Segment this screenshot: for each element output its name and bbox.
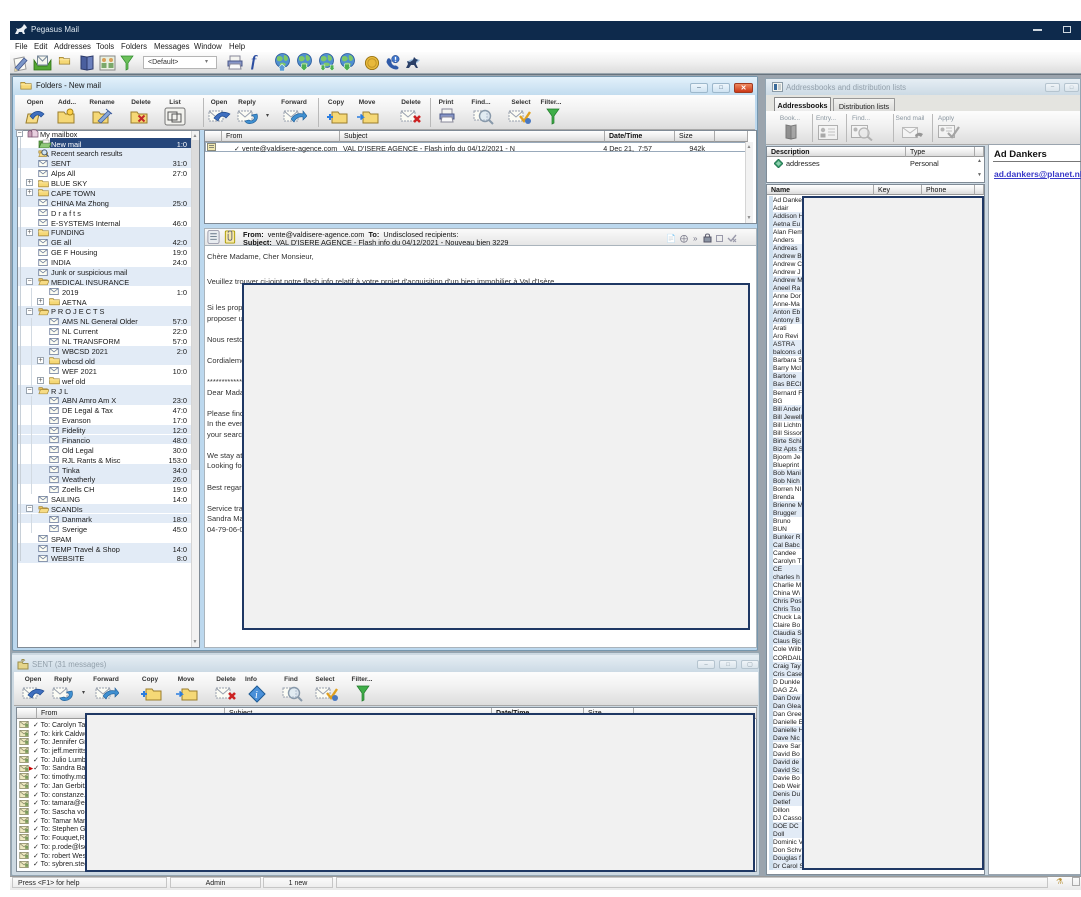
svg-text:i: i: [255, 690, 258, 701]
